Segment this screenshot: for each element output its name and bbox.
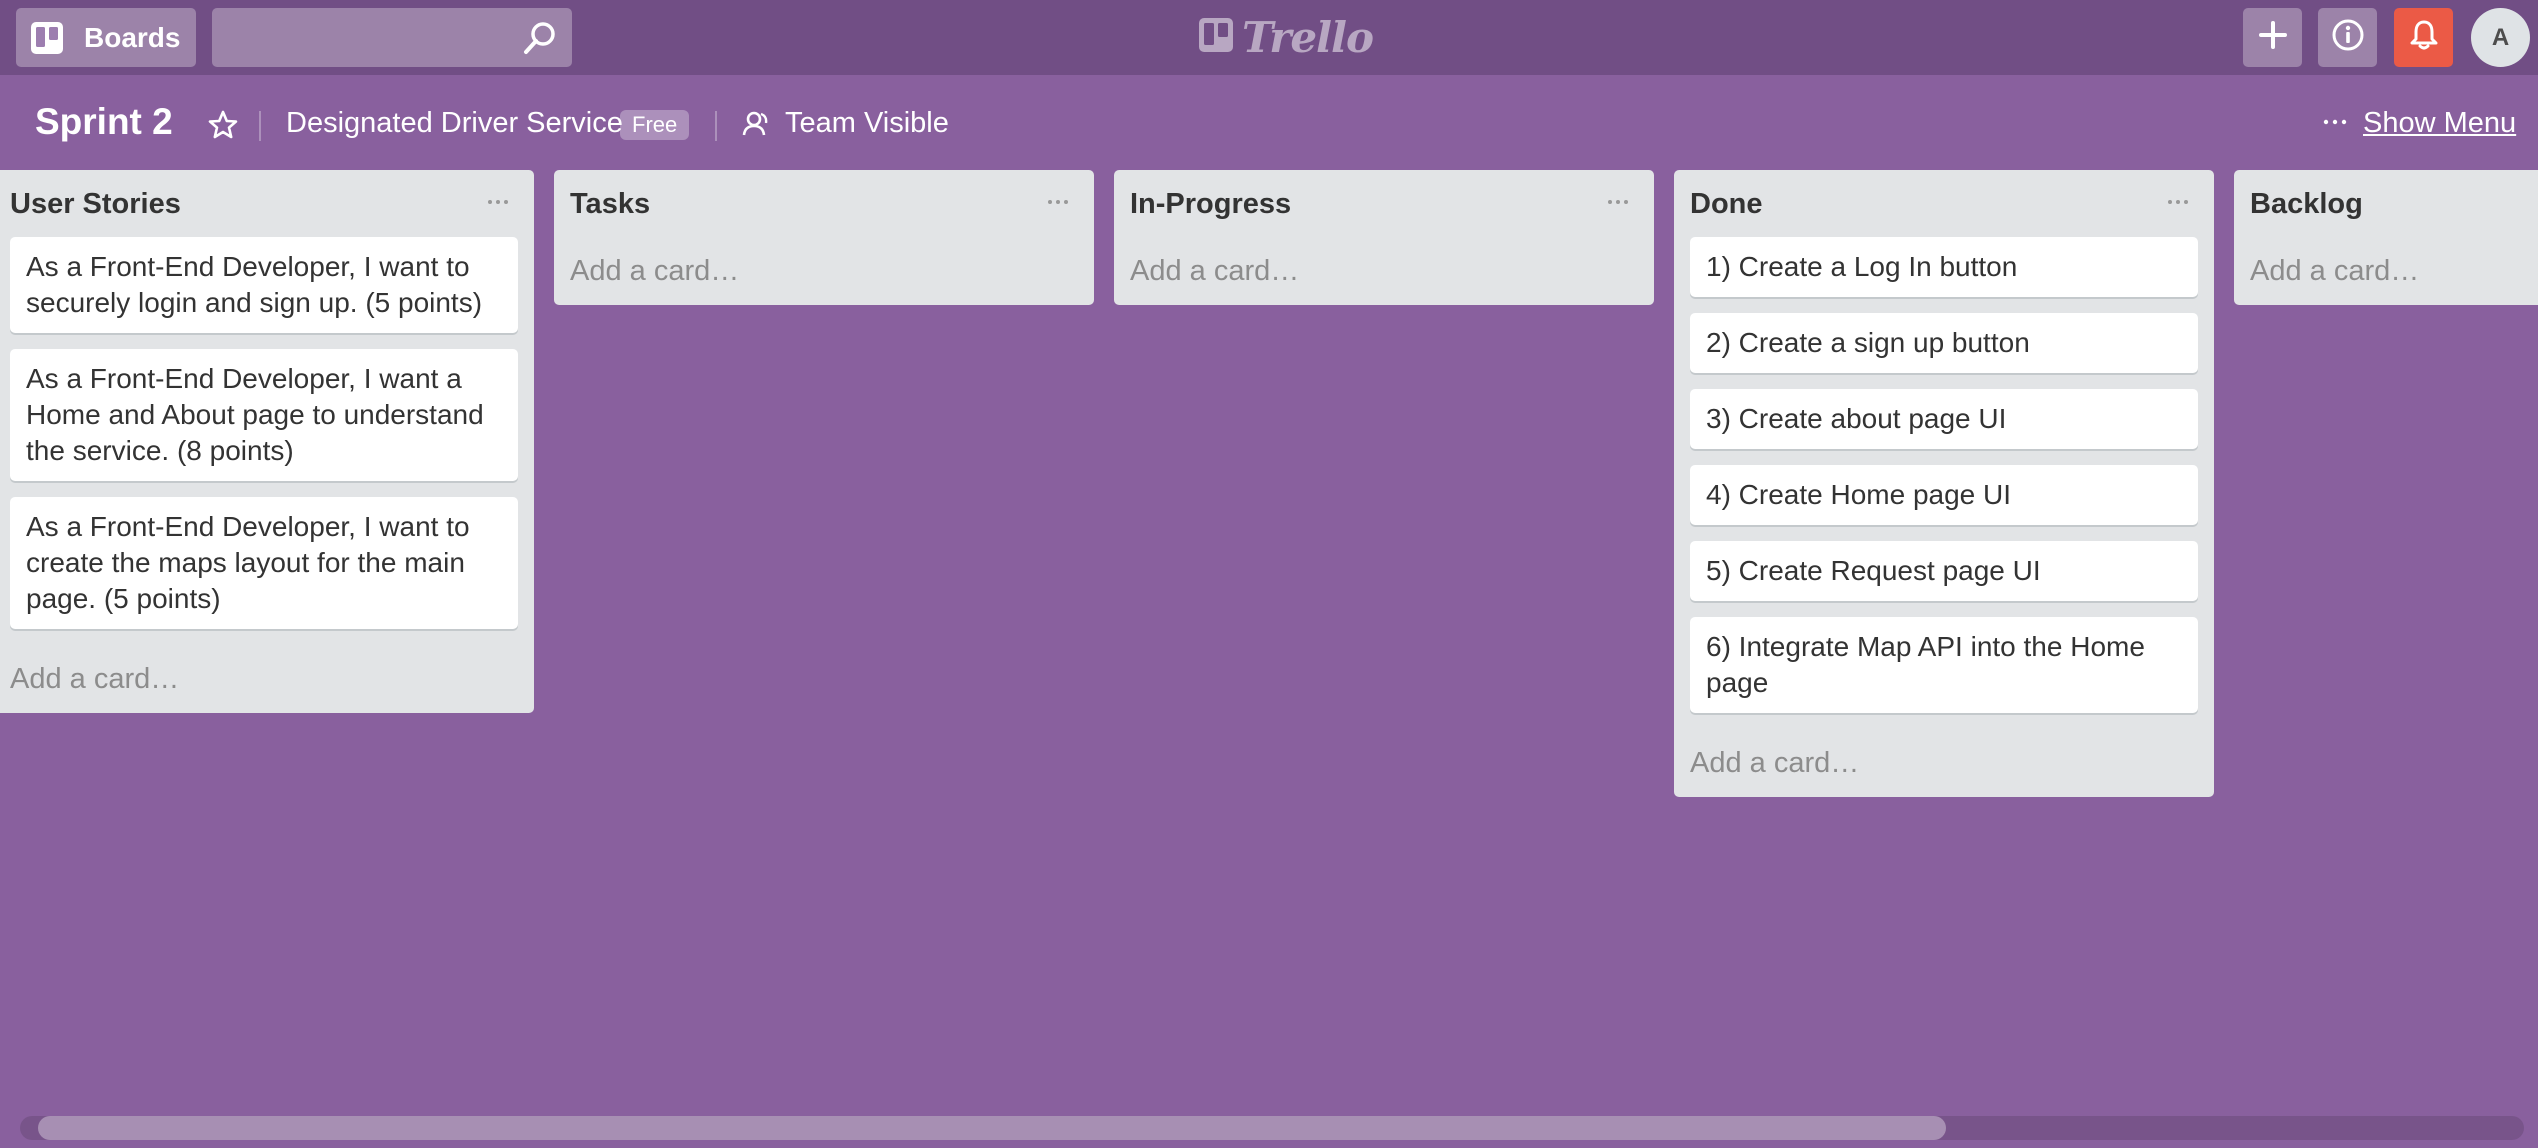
boards-label: Boards <box>84 21 181 53</box>
card[interactable]: 5) Create Request page UI <box>1690 541 2198 601</box>
card[interactable]: 4) Create Home page UI <box>1690 465 2198 525</box>
card[interactable]: 3) Create about page UI <box>1690 389 2198 449</box>
add-card-button[interactable]: Add a card… <box>1690 729 2198 797</box>
card[interactable]: 6) Integrate Map API into the Home page <box>1690 617 2198 713</box>
list-menu-icon[interactable] <box>1598 184 1638 220</box>
list-header: Tasks <box>570 170 1078 237</box>
horizontal-scrollbar[interactable] <box>20 1116 2524 1140</box>
notifications-button[interactable] <box>2394 8 2453 67</box>
more-icon[interactable] <box>2322 109 2348 140</box>
trello-logo-icon <box>1198 17 1234 58</box>
add-button[interactable] <box>2243 8 2302 67</box>
card[interactable]: 1) Create a Log In button <box>1690 237 2198 297</box>
boards-button[interactable]: Boards <box>16 8 196 67</box>
list-header: User Stories <box>10 170 518 237</box>
scrollbar-thumb[interactable] <box>38 1116 1946 1140</box>
list-backlog: Backlog Add a card… <box>2234 170 2538 305</box>
list-menu-icon[interactable] <box>1038 184 1078 220</box>
trello-logo[interactable]: Trello <box>1198 12 1374 62</box>
list-done: Done 1) Create a Log In button 2) Create… <box>1674 170 2214 797</box>
list-title[interactable]: Tasks <box>570 188 650 221</box>
top-header: Boards Trello A <box>0 0 2538 75</box>
card[interactable]: As a Front-End Developer, I want to crea… <box>10 497 518 629</box>
card[interactable]: 2) Create a sign up button <box>1690 313 2198 373</box>
search-icon[interactable] <box>522 20 558 61</box>
search-input[interactable] <box>212 8 502 67</box>
add-card-button[interactable]: Add a card… <box>2250 237 2538 305</box>
list-in-progress: In-Progress Add a card… <box>1114 170 1654 305</box>
team-name[interactable]: Designated Driver Service <box>286 107 623 140</box>
list-title[interactable]: In-Progress <box>1130 188 1291 221</box>
info-button[interactable] <box>2318 8 2377 67</box>
show-menu-link[interactable]: Show Menu <box>2363 107 2516 140</box>
board-title[interactable]: Sprint 2 <box>35 101 173 143</box>
list-user-stories: User Stories As a Front-End Developer, I… <box>0 170 534 713</box>
avatar[interactable]: A <box>2471 8 2530 67</box>
card[interactable]: As a Front-End Developer, I want a Home … <box>10 349 518 481</box>
star-icon[interactable] <box>207 109 239 146</box>
trello-logo-text: Trello <box>1242 12 1374 62</box>
boards-icon <box>30 21 64 55</box>
search-bar <box>212 8 572 67</box>
team-visibility-icon <box>742 110 770 143</box>
list-tasks: Tasks Add a card… <box>554 170 1094 305</box>
visibility-button[interactable]: Team Visible <box>785 107 949 140</box>
add-card-button[interactable]: Add a card… <box>570 237 1078 305</box>
list-menu-icon[interactable] <box>478 184 518 220</box>
list-title[interactable]: User Stories <box>10 188 181 221</box>
plan-badge: Free <box>620 110 690 140</box>
board-header: Sprint 2 Designated Driver Service Free … <box>0 75 2538 175</box>
list-title[interactable]: Done <box>1690 188 1763 221</box>
list-header: In-Progress <box>1130 170 1638 237</box>
list-header: Done <box>1690 170 2198 237</box>
card[interactable]: As a Front-End Developer, I want to secu… <box>10 237 518 333</box>
header-divider <box>259 111 261 141</box>
header-divider <box>715 111 717 141</box>
list-menu-icon[interactable] <box>2158 184 2198 220</box>
add-card-button[interactable]: Add a card… <box>1130 237 1638 305</box>
bell-icon <box>2407 18 2441 57</box>
info-icon <box>2331 18 2365 57</box>
list-header: Backlog <box>2250 170 2538 237</box>
list-title[interactable]: Backlog <box>2250 188 2363 221</box>
add-card-button[interactable]: Add a card… <box>10 645 518 713</box>
plus-icon <box>2258 20 2288 55</box>
